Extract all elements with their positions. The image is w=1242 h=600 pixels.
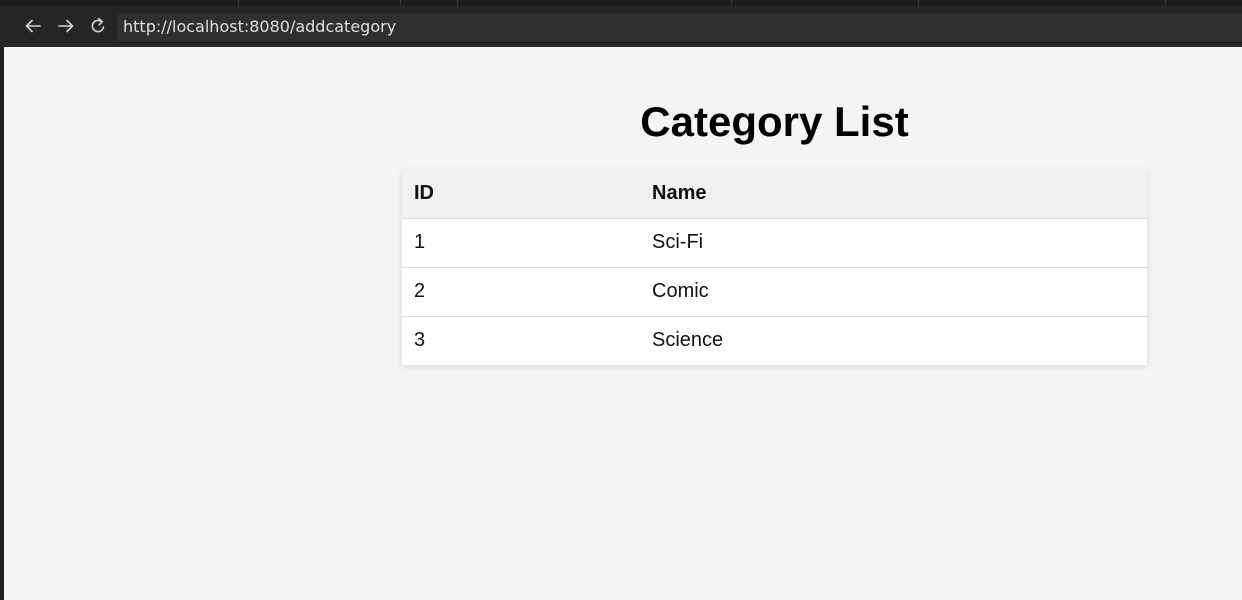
forward-button[interactable] [52, 12, 80, 40]
tab-separator [238, 0, 239, 5]
column-header-id: ID [402, 169, 640, 219]
arrow-left-icon [25, 19, 41, 33]
cell-name: Sci-Fi [640, 218, 1147, 268]
tab-separator [918, 0, 919, 5]
page-title: Category List [640, 98, 909, 145]
tab-separator [731, 0, 732, 5]
column-header-name: Name [640, 169, 1147, 219]
cell-name: Science [652, 329, 724, 352]
reload-icon [91, 17, 105, 33]
category-table: ID Name 1 Sci-Fi 2 Comic 3 Science [402, 169, 1147, 365]
back-button[interactable] [19, 12, 47, 40]
address-bar[interactable]: http://localhost:8080/addcategory [117, 13, 1242, 41]
page-viewport: Category List ID Name 1 Sci-Fi 2 Comic 3… [4, 47, 1242, 600]
tab-strip [0, 0, 1242, 5]
table-row: 3 Science [402, 316, 1147, 365]
table-header-row: ID Name [402, 169, 1147, 219]
cell-id: 3 [414, 329, 426, 352]
cell-id: 1 [402, 218, 640, 268]
table-row: 2 Comic [402, 267, 1147, 317]
category-table-container: ID Name 1 Sci-Fi 2 Comic 3 Science [402, 169, 1147, 365]
arrow-right-icon [58, 19, 74, 33]
cell-id: 2 [402, 267, 640, 317]
tab-separator [400, 0, 401, 5]
cell-name: Comic [640, 267, 1147, 317]
reload-button[interactable] [84, 12, 112, 40]
table-row: 1 Sci-Fi [402, 218, 1147, 268]
tab-separator [1165, 0, 1166, 5]
tab-separator [457, 0, 458, 5]
browser-toolbar: http://localhost:8080/addcategory [0, 0, 1242, 47]
